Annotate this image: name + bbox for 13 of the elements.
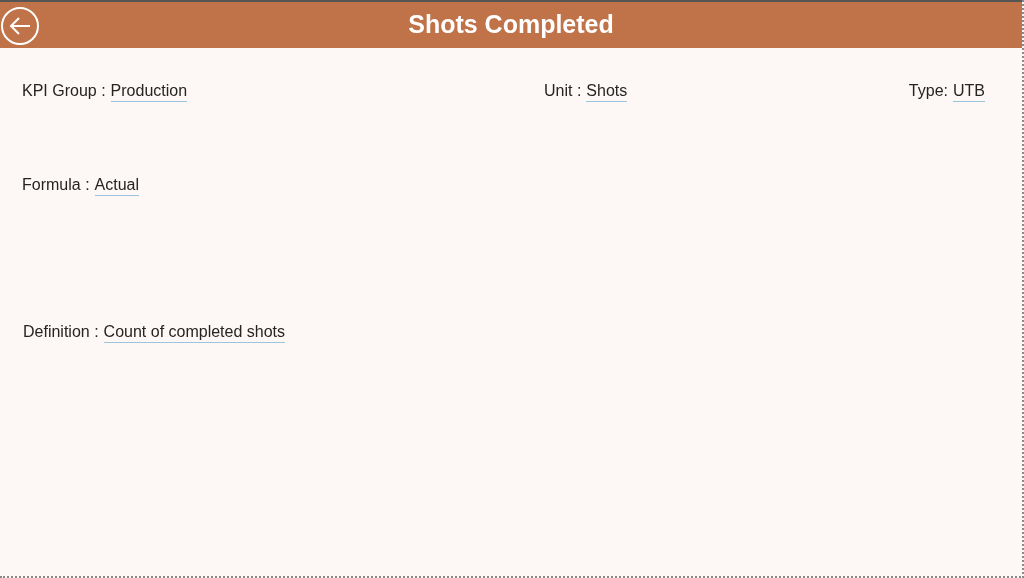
field-value: Count of completed shots <box>103 322 286 343</box>
back-button[interactable] <box>1 7 39 45</box>
field-label: Type: <box>908 81 948 101</box>
page-title: Shots Completed <box>408 9 614 41</box>
field-value: Production <box>110 81 188 102</box>
field-value: UTB <box>953 81 985 102</box>
field-label: Definition : <box>23 322 99 342</box>
field-value: Shots <box>586 81 628 102</box>
field-label: KPI Group : <box>22 81 106 101</box>
field-label: Unit : <box>544 81 582 101</box>
field-label: Formula : <box>22 175 90 195</box>
back-arrow-icon <box>8 16 32 36</box>
field-value: Actual <box>94 175 140 196</box>
